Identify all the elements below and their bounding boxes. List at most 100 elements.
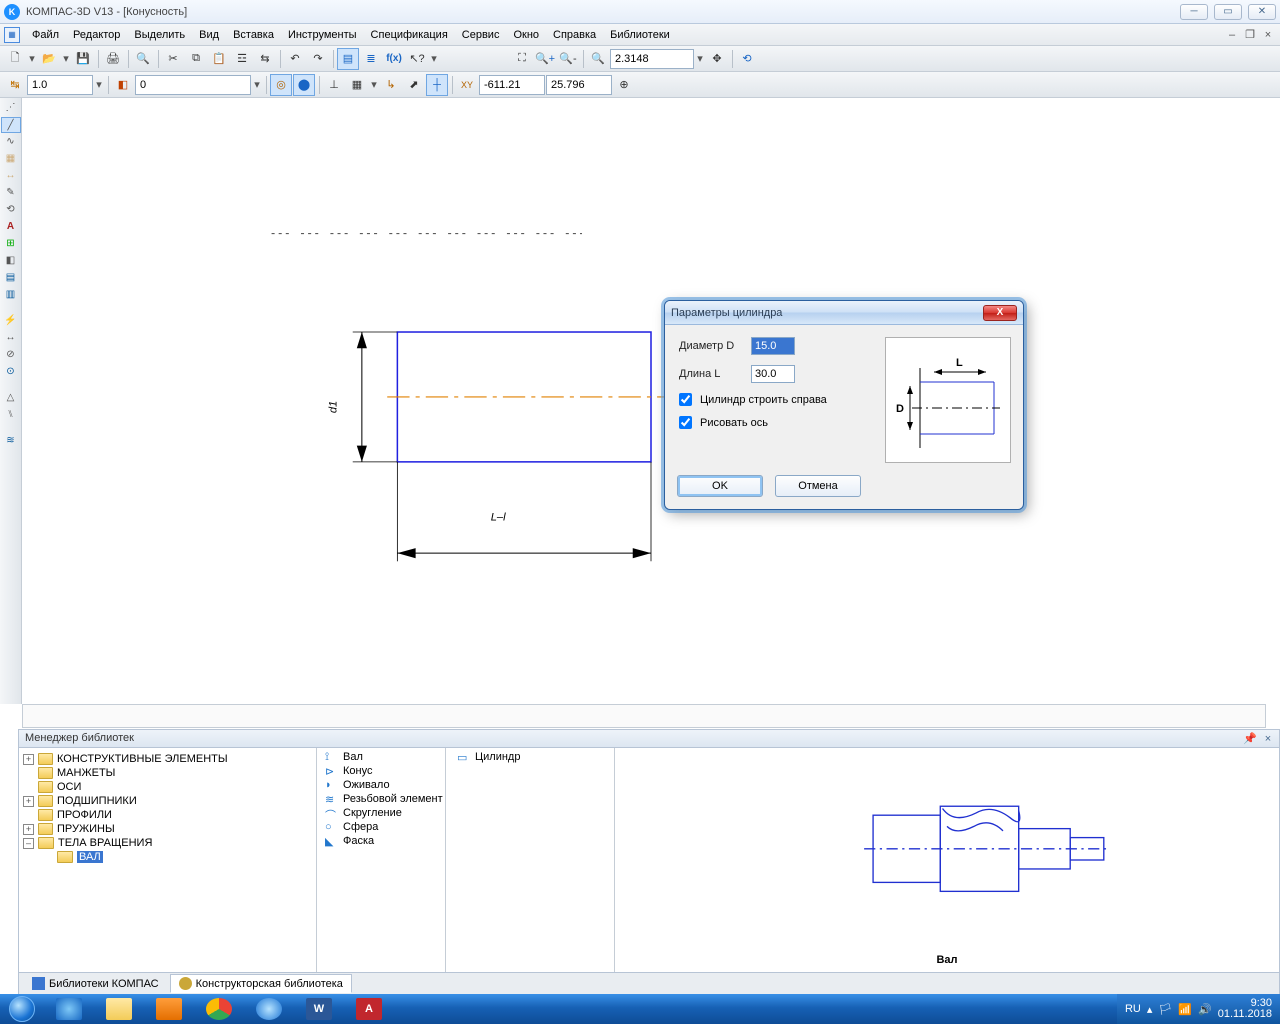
lcs-button[interactable]: ↳	[380, 74, 402, 96]
save-button[interactable]: 💾	[72, 48, 94, 70]
snap-global-button[interactable]: ◎	[270, 74, 292, 96]
spec2-icon[interactable]: ▥	[1, 287, 21, 303]
menu-file[interactable]: Файл	[26, 27, 65, 43]
symbol-icon[interactable]: ✎	[1, 185, 21, 201]
collapse-icon[interactable]: –	[23, 838, 34, 849]
length-input[interactable]	[751, 365, 795, 383]
minimize-button[interactable]: ─	[1180, 4, 1208, 20]
coord-y-input[interactable]	[546, 75, 612, 95]
tree-item[interactable]: ПРОФИЛИ	[21, 808, 314, 822]
task-explorer[interactable]	[94, 995, 144, 1023]
coord-tool-icon[interactable]: ⊕	[613, 74, 635, 96]
list-item[interactable]: ⌒Скругление	[319, 806, 612, 820]
step-button[interactable]: ↹	[4, 74, 26, 96]
library-list[interactable]: ⟟Вал ⊳Конус ◗Оживало ≋Резьбовой элемент …	[317, 748, 615, 972]
preview-button[interactable]: 🔍	[132, 48, 154, 70]
list-item[interactable]: ◗Оживало	[319, 778, 612, 792]
draw-icon[interactable]: △	[1, 390, 21, 406]
dialog-close-button[interactable]: X	[983, 305, 1017, 321]
task-media[interactable]	[144, 995, 194, 1023]
menu-select[interactable]: Выделить	[128, 27, 191, 43]
ok-button[interactable]: OK	[677, 475, 763, 497]
task-ie[interactable]	[44, 995, 94, 1023]
fit-button[interactable]: ⛶	[511, 48, 533, 70]
lang-indicator[interactable]: RU	[1125, 1003, 1141, 1015]
maximize-button[interactable]: ▭	[1214, 4, 1242, 20]
menu-libs[interactable]: Библиотеки	[604, 27, 676, 43]
measure-icon[interactable]: ⚡	[1, 313, 21, 329]
snap-local-button[interactable]: ⬤	[293, 74, 315, 96]
menu-window[interactable]: Окно	[507, 27, 545, 43]
tree-item-selected[interactable]: ВАЛ	[21, 850, 314, 864]
round-button[interactable]: ⬈	[403, 74, 425, 96]
library-manager-button[interactable]: ▤	[337, 48, 359, 70]
close-window-button[interactable]: ✕	[1248, 4, 1276, 20]
geom-point-icon[interactable]: ⋰	[1, 100, 21, 116]
geom-line-icon[interactable]: ╱	[1, 117, 21, 133]
undo-button[interactable]: ↶	[284, 48, 306, 70]
start-button[interactable]	[0, 994, 44, 1024]
copy-props-icon[interactable]: ⇆	[254, 48, 276, 70]
menu-tools[interactable]: Инструменты	[282, 27, 363, 43]
layer-dropdown[interactable]: ▾	[252, 78, 262, 91]
flag-icon[interactable]: 🏳	[1158, 1003, 1172, 1016]
geom-rect-icon[interactable]: ▦	[1, 151, 21, 167]
lib-toggle-icon[interactable]: ≋	[1, 433, 21, 449]
tray-up-icon[interactable]: ▴	[1147, 1003, 1153, 1016]
tree-item[interactable]: +ПРУЖИНЫ	[21, 822, 314, 836]
layer-icon[interactable]: ◧	[112, 74, 134, 96]
cancel-button[interactable]: Отмена	[775, 475, 861, 497]
expand-icon[interactable]: +	[23, 796, 34, 807]
paste-button[interactable]: 📋	[208, 48, 230, 70]
list-item-cylinder[interactable]: ▭Цилиндр	[451, 750, 526, 764]
mdi-close-icon[interactable]: ×	[1260, 28, 1276, 42]
network-icon[interactable]: 📶	[1178, 1003, 1192, 1016]
task-acrobat[interactable]: A	[344, 995, 394, 1023]
pin-icon[interactable]: 📌	[1243, 732, 1257, 746]
zoom-value-input[interactable]	[610, 49, 694, 69]
new-button[interactable]: 🗋	[4, 48, 26, 70]
open-dropdown[interactable]: ▾	[61, 52, 71, 65]
build-right-checkbox[interactable]	[679, 393, 692, 406]
new-dropdown[interactable]: ▾	[27, 52, 37, 65]
properties-icon[interactable]: ☲	[231, 48, 253, 70]
redo-button[interactable]: ↷	[307, 48, 329, 70]
help-dropdown[interactable]: ▾	[429, 52, 439, 65]
open-button[interactable]: 📂	[38, 48, 60, 70]
draw-axis-checkbox[interactable]	[679, 416, 692, 429]
zoom-dropdown[interactable]: ▾	[695, 52, 705, 65]
ortho-button[interactable]: ⊥	[323, 74, 345, 96]
property-bar[interactable]	[22, 704, 1266, 728]
scale-dropdown[interactable]: ▾	[94, 78, 104, 91]
task-kompas[interactable]	[244, 995, 294, 1023]
grid-dropdown[interactable]: ▾	[369, 78, 379, 91]
tree-item[interactable]: МАНЖЕТЫ	[21, 766, 314, 780]
volume-icon[interactable]: 🔊	[1198, 1003, 1212, 1016]
tab-kompas-libs[interactable]: Библиотеки КОМПАС	[23, 974, 168, 993]
param-button[interactable]: ┼	[426, 74, 448, 96]
fx-button[interactable]: f(x)	[383, 48, 405, 70]
mdi-restore-icon[interactable]: ❐	[1242, 28, 1258, 42]
geom-aux-icon[interactable]: ∿	[1, 134, 21, 150]
spec-icon[interactable]: ▤	[1, 270, 21, 286]
scale-input[interactable]	[27, 75, 93, 95]
rebuild-button[interactable]: ⟲	[736, 48, 758, 70]
print-button[interactable]: 🖨	[102, 48, 124, 70]
zoom-scale-button[interactable]: 🔍	[587, 48, 609, 70]
clock[interactable]: 9:3001.11.2018	[1218, 998, 1272, 1020]
tree-item[interactable]: ОСИ	[21, 780, 314, 794]
cursor-help-button[interactable]: ↖?	[406, 48, 428, 70]
library-tree[interactable]: +КОНСТРУКТИВНЫЕ ЭЛЕМЕНТЫ МАНЖЕТЫ ОСИ +ПО…	[19, 748, 317, 972]
menu-service[interactable]: Сервис	[456, 27, 506, 43]
system-tray[interactable]: RU ▴ 🏳 📶 🔊 9:3001.11.2018	[1117, 994, 1280, 1024]
menu-spec[interactable]: Спецификация	[365, 27, 454, 43]
list-item[interactable]: ≋Резьбовой элемент	[319, 792, 612, 806]
hatch-icon[interactable]: ⑊	[1, 407, 21, 423]
pan-button[interactable]: ✥	[706, 48, 728, 70]
zoom-in-button[interactable]: 🔍+	[534, 48, 556, 70]
menu-view[interactable]: Вид	[193, 27, 225, 43]
menu-help[interactable]: Справка	[547, 27, 602, 43]
break-icon[interactable]: ⊘	[1, 347, 21, 363]
list-item[interactable]: ○Сфера	[319, 820, 612, 834]
text-icon[interactable]: A	[1, 219, 21, 235]
